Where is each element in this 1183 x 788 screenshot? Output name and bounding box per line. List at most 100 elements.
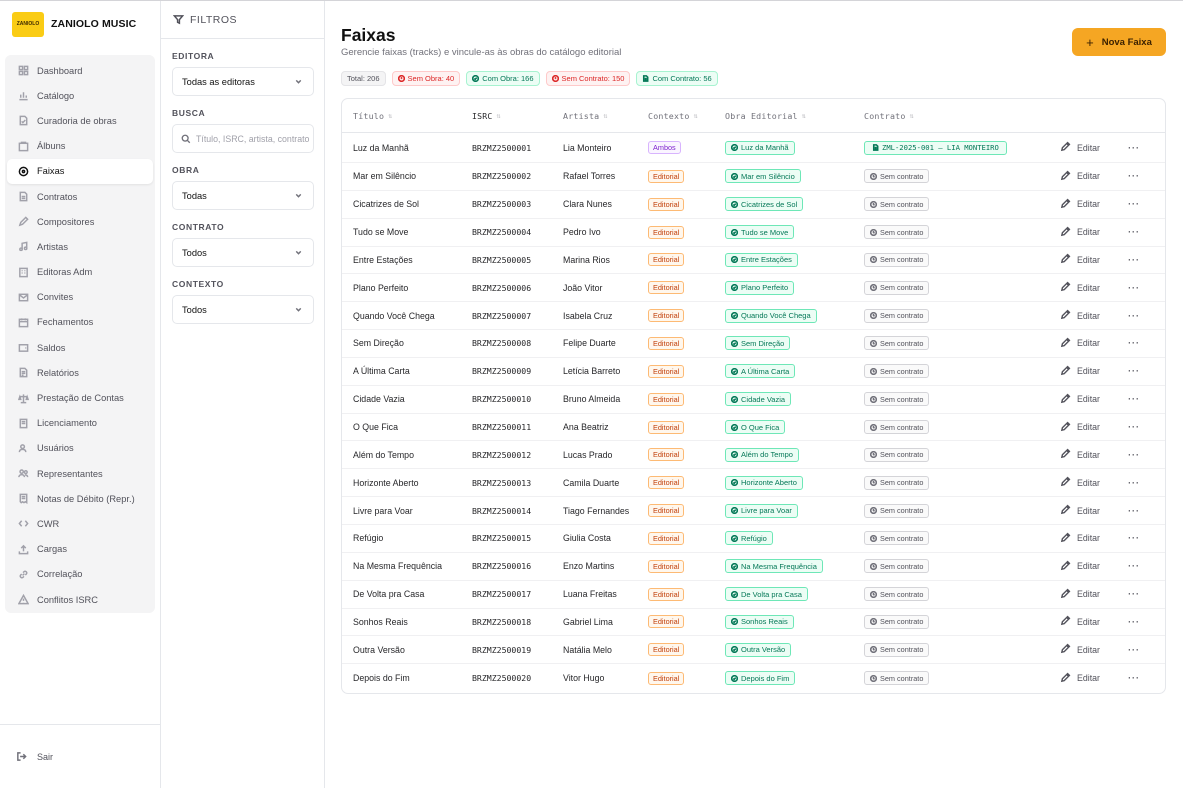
table-row[interactable]: Quando Você Chega BRZMZ2500007 Isabela Cru…: [342, 302, 1165, 331]
edit-button[interactable]: Editar: [1060, 309, 1114, 322]
edit-button[interactable]: Editar: [1060, 672, 1114, 685]
sidebar-item-cwr[interactable]: CWR: [7, 511, 153, 536]
table-row[interactable]: Além do Tempo BRZMZ2500012 Lucas Prado Edit…: [342, 441, 1165, 470]
table-row[interactable]: Plano Perfeito BRZMZ2500006 João Vitor Edit…: [342, 274, 1165, 303]
sidebar-item-relatorios[interactable]: Relatórios: [7, 360, 153, 385]
more-actions-button[interactable]: ···: [1114, 199, 1154, 209]
edit-button[interactable]: Editar: [1060, 560, 1114, 573]
sidebar-item-dashboard[interactable]: Dashboard: [7, 58, 153, 83]
obra-badge[interactable]: Plano Perfeito: [725, 280, 795, 295]
brand[interactable]: ZANIOLO ZANIOLO MUSIC: [0, 1, 160, 47]
sidebar-item-cargas[interactable]: Cargas: [7, 537, 153, 562]
edit-button[interactable]: Editar: [1060, 365, 1114, 378]
obra-badge[interactable]: Cidade Vazia: [725, 392, 792, 407]
table-row[interactable]: Depois do Fim BRZMZ2500020 Vitor Hugo Edito…: [342, 664, 1165, 692]
sidebar-item-contratos[interactable]: Contratos: [7, 184, 153, 209]
col-artista[interactable]: Artista ⇅: [563, 111, 648, 121]
obra-badge[interactable]: Na Mesma Frequência: [725, 559, 823, 574]
table-row[interactable]: Horizonte Aberto BRZMZ2500013 Camila Duart…: [342, 469, 1165, 498]
sidebar-item-catalogo[interactable]: Catálogo: [7, 83, 153, 108]
sidebar-item-albuns[interactable]: Álbuns: [7, 134, 153, 159]
more-actions-button[interactable]: ···: [1114, 478, 1154, 488]
more-actions-button[interactable]: ···: [1114, 617, 1154, 627]
logout-button[interactable]: Sair: [0, 724, 160, 788]
sidebar-item-curadoria-de-obras[interactable]: Curadoria de obras: [7, 108, 153, 133]
edit-button[interactable]: Editar: [1060, 532, 1114, 545]
col-obra[interactable]: Obra Editorial ⇅: [725, 111, 864, 121]
table-row[interactable]: Outra Versão BRZMZ2500019 Natália Melo Edit…: [342, 636, 1165, 665]
more-actions-button[interactable]: ···: [1114, 422, 1154, 432]
contract-badge[interactable]: ZML-2025-001 — LIA MONTEIRO: [864, 140, 1007, 155]
table-row[interactable]: Cidade Vazia BRZMZ2500010 Bruno Almeida Edi…: [342, 386, 1165, 414]
obra-badge[interactable]: O Que Fica: [725, 420, 786, 435]
more-actions-button[interactable]: ···: [1114, 311, 1154, 321]
more-actions-button[interactable]: ···: [1114, 143, 1154, 153]
sidebar-item-saldos[interactable]: Saldos: [7, 335, 153, 360]
sidebar-item-notas-de-debito-repr[interactable]: Notas de Débito (Repr.): [7, 486, 153, 511]
more-actions-button[interactable]: ···: [1114, 255, 1154, 265]
obra-badge[interactable]: Além do Tempo: [725, 447, 799, 462]
table-row[interactable]: Na Mesma Frequência BRZMZ2500016 Enzo Mart…: [342, 553, 1165, 581]
obra-badge[interactable]: Mar em Silêncio: [725, 169, 801, 184]
table-row[interactable]: Mar em Silêncio BRZMZ2500002 Rafael Torres…: [342, 163, 1165, 191]
obra-badge[interactable]: Refúgio: [725, 531, 773, 546]
more-actions-button[interactable]: ···: [1114, 171, 1154, 181]
more-actions-button[interactable]: ···: [1114, 450, 1154, 460]
obra-badge[interactable]: Tudo se Move: [725, 225, 795, 240]
table-row[interactable]: Sonhos Reais BRZMZ2500018 Gabriel Lima Edit…: [342, 609, 1165, 637]
search-input[interactable]: Título, ISRC, artista, contrato: [172, 124, 314, 153]
sidebar-item-compositores[interactable]: Compositores: [7, 209, 153, 234]
edit-button[interactable]: Editar: [1060, 643, 1114, 656]
edit-button[interactable]: Editar: [1060, 253, 1114, 266]
more-actions-button[interactable]: ···: [1114, 338, 1154, 348]
more-actions-button[interactable]: ···: [1114, 673, 1154, 683]
obra-badge[interactable]: Sem Direção: [725, 336, 791, 351]
col-isrc[interactable]: ISRC ⇅: [472, 111, 563, 121]
more-actions-button[interactable]: ···: [1114, 366, 1154, 376]
sidebar-item-prestacao-de-contas[interactable]: Prestação de Contas: [7, 385, 153, 410]
col-contrato[interactable]: Contrato ⇅: [864, 111, 1060, 121]
more-actions-button[interactable]: ···: [1114, 227, 1154, 237]
obra-badge[interactable]: Horizonte Aberto: [725, 475, 803, 490]
sidebar-item-usuarios[interactable]: Usuários: [7, 436, 153, 461]
table-row[interactable]: Refúgio BRZMZ2500015 Giulia Costa Editorial…: [342, 525, 1165, 553]
obra-badge[interactable]: A Última Carta: [725, 364, 796, 379]
more-actions-button[interactable]: ···: [1114, 506, 1154, 516]
sidebar-item-editoras-adm[interactable]: Editoras Adm: [7, 260, 153, 285]
edit-button[interactable]: Editar: [1060, 615, 1114, 628]
sidebar-item-correlacao[interactable]: Correlação: [7, 562, 153, 587]
more-actions-button[interactable]: ···: [1114, 283, 1154, 293]
more-actions-button[interactable]: ···: [1114, 561, 1154, 571]
obra-select[interactable]: Todas: [172, 181, 314, 210]
sidebar-item-conflitos-isrc[interactable]: Conflitos ISRC: [7, 587, 153, 612]
edit-button[interactable]: Editar: [1060, 448, 1114, 461]
obra-badge[interactable]: Luz da Manhã: [725, 140, 795, 155]
obra-badge[interactable]: Outra Versão: [725, 642, 792, 657]
edit-button[interactable]: Editar: [1060, 421, 1114, 434]
more-actions-button[interactable]: ···: [1114, 394, 1154, 404]
table-row[interactable]: Sem Direção BRZMZ2500008 Felipe Duarte Edit…: [342, 330, 1165, 358]
more-actions-button[interactable]: ···: [1114, 645, 1154, 655]
obra-badge[interactable]: Depois do Fim: [725, 671, 796, 686]
table-row[interactable]: Livre para Voar BRZMZ2500014 Tiago Fernand…: [342, 497, 1165, 525]
table-row[interactable]: Tudo se Move BRZMZ2500004 Pedro Ivo Editori…: [342, 219, 1165, 247]
table-row[interactable]: A Última Carta BRZMZ2500009 Letícia Barret…: [342, 358, 1165, 386]
more-actions-button[interactable]: ···: [1114, 533, 1154, 543]
edit-button[interactable]: Editar: [1060, 141, 1114, 154]
edit-button[interactable]: Editar: [1060, 198, 1114, 211]
table-row[interactable]: Cicatrizes de Sol BRZMZ2500003 Clara Nunes…: [342, 191, 1165, 219]
contrato-select[interactable]: Todos: [172, 238, 314, 267]
edit-button[interactable]: Editar: [1060, 393, 1114, 406]
obra-badge[interactable]: Livre para Voar: [725, 503, 798, 518]
sidebar-item-licenciamento[interactable]: Licenciamento: [7, 411, 153, 436]
table-row[interactable]: De Volta pra Casa BRZMZ2500017 Luana Freit…: [342, 581, 1165, 609]
edit-button[interactable]: Editar: [1060, 504, 1114, 517]
edit-button[interactable]: Editar: [1060, 476, 1114, 489]
sidebar-item-convites[interactable]: Convites: [7, 285, 153, 310]
editora-select[interactable]: Todas as editoras: [172, 67, 314, 96]
sidebar-item-fechamentos[interactable]: Fechamentos: [7, 310, 153, 335]
obra-badge[interactable]: Entre Estações: [725, 252, 798, 267]
col-contexto[interactable]: Contexto ⇅: [648, 111, 725, 121]
edit-button[interactable]: Editar: [1060, 170, 1114, 183]
edit-button[interactable]: Editar: [1060, 226, 1114, 239]
